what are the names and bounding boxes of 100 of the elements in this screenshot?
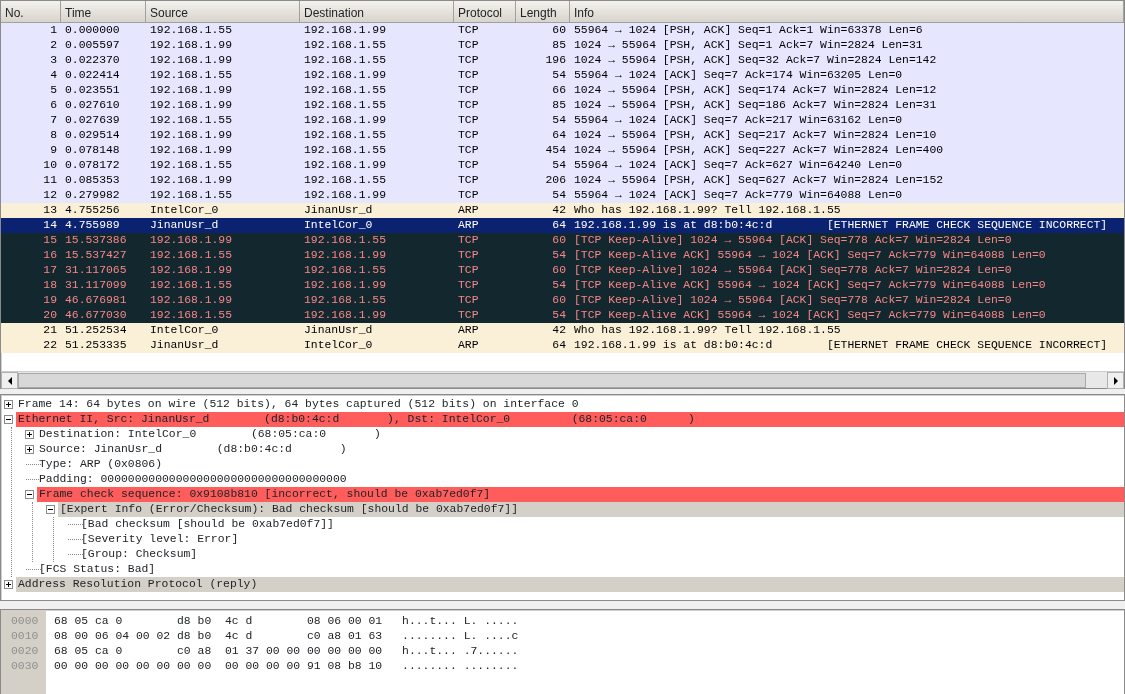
collapse-icon[interactable] xyxy=(25,490,34,499)
packet-row[interactable]: 18 31.117099 192.168.1.55 192.168.1.99 TCP 54 [TCP Keep-Alive ACK] 55964 → 1024 [ACK] Seq=7 Ack=779 Win=64088 Len=0 xyxy=(1,278,1124,293)
table-cell-text: 192.168.1.99 xyxy=(149,263,234,278)
table-cell-text: TCP xyxy=(457,113,480,128)
table-cell-text: 192.168.1.99 xyxy=(149,293,234,308)
table-cell-text: TCP xyxy=(457,98,480,113)
table-cell-text: [TCP Keep-Alive] 1024 → 55964 [ACK] Seq=778 Ack=7 Win=2824 Len=0 xyxy=(573,293,1013,308)
table-cell-text: 64 xyxy=(551,128,567,143)
tree-item[interactable]: Frame 14: 64 bytes on wire (512 bits), 64 bytes captured (512 bits) on interface 0 xyxy=(16,397,1124,412)
table-cell-text: 60 xyxy=(551,233,567,248)
table-cell-text: 54 xyxy=(551,113,567,128)
table-cell-text: 5 xyxy=(49,83,58,98)
table-cell-text: 31.117099 xyxy=(64,278,128,293)
expand-icon[interactable] xyxy=(4,400,13,409)
hex-bytes: 00 00 00 00 00 00 00 00 00 00 00 00 91 08 b8 10 xyxy=(54,659,383,674)
table-cell-text: 192.168.1.99 xyxy=(149,128,234,143)
table-cell-text: 0.078148 xyxy=(64,143,121,158)
table-cell-text: 192.168.1.99 xyxy=(149,53,234,68)
tree-item[interactable]: Padding: 000000000000000000000000000000000000 xyxy=(37,472,1124,487)
packet-row[interactable]: 21 51.252534 IntelCor_0 JinanUsr_d ARP 42 Who has 192.168.1.99? Tell 192.168.1.55 xyxy=(1,323,1124,338)
packet-row[interactable]: 15 15.537386 192.168.1.99 192.168.1.55 TCP 60 [TCP Keep-Alive] 1024 → 55964 [ACK] Seq=778 Ack=7 Win=2824 Len=0 xyxy=(1,233,1124,248)
table-cell-text: 55964 → 1024 [ACK] Seq=7 Ack=779 Win=64088 Len=0 xyxy=(573,188,904,203)
packet-row[interactable]: 11 0.085353 192.168.1.99 192.168.1.55 TCP 206 1024 → 55964 [PSH, ACK] Seq=627 Ack=7 Win=2824 Len=152 xyxy=(1,173,1124,188)
table-cell-text: 54 xyxy=(551,188,567,203)
table-cell-text: 192.168.1.55 xyxy=(303,128,388,143)
scrollbar-thumb[interactable] xyxy=(18,373,1086,388)
table-cell-text: 55964 → 1024 [ACK] Seq=7 Ack=627 Win=64240 Len=0 xyxy=(573,158,904,173)
table-cell-text: 454 xyxy=(544,143,567,158)
table-cell-text: 192.168.1.55 xyxy=(149,188,234,203)
column-header[interactable]: Destination xyxy=(300,1,454,22)
packet-row[interactable]: 2 0.005597 192.168.1.99 192.168.1.55 TCP 85 1024 → 55964 [PSH, ACK] Seq=1 Ack=7 Win=2824 Len=31 xyxy=(1,38,1124,53)
expand-icon[interactable] xyxy=(4,580,13,589)
packet-row[interactable]: 13 4.755256 IntelCor_0 JinanUsr_d ARP 42 Who has 192.168.1.99? Tell 192.168.1.55 xyxy=(1,203,1124,218)
collapse-icon[interactable] xyxy=(46,505,55,514)
packet-row[interactable]: 10 0.078172 192.168.1.55 192.168.1.99 TCP 54 55964 → 1024 [ACK] Seq=7 Ack=627 Win=64240 Len=0 xyxy=(1,158,1124,173)
tree-item[interactable]: [Expert Info (Error/Checksum): Bad checksum [should be 0xab7ed0f7]] xyxy=(58,502,1124,517)
column-header[interactable]: Source xyxy=(146,1,300,22)
tree-item[interactable]: Destination: IntelCor_0 (68:05:ca:0 ) xyxy=(37,427,1124,442)
table-cell-text: 192.168.1.99 xyxy=(149,173,234,188)
tree-item[interactable]: [Severity level: Error] xyxy=(79,532,1124,547)
table-cell-text: TCP xyxy=(457,173,480,188)
packet-row[interactable]: 5 0.023551 192.168.1.99 192.168.1.55 TCP 66 1024 → 55964 [PSH, ACK] Seq=174 Ack=7 Win=2824 Len=12 xyxy=(1,83,1124,98)
tree-item[interactable]: Ethernet II, Src: JinanUsr_d (d8:b0:4c:d ), Dst: IntelCor_0 (68:05:ca:0 ) xyxy=(16,412,1124,427)
table-cell-text: 12 xyxy=(42,188,58,203)
table-cell-text: 15 xyxy=(42,233,58,248)
table-cell-text: 42 xyxy=(551,323,567,338)
ascii-text: ........ L. ....c xyxy=(402,629,519,644)
expand-icon[interactable] xyxy=(25,430,34,439)
packet-row[interactable]: 19 46.676981 192.168.1.99 192.168.1.55 TCP 60 [TCP Keep-Alive] 1024 → 55964 [ACK] Seq=778 Ack=7 Win=2824 Len=0 xyxy=(1,293,1124,308)
packet-row[interactable]: 3 0.022370 192.168.1.99 192.168.1.55 TCP 196 1024 → 55964 [PSH, ACK] Seq=32 Ack=7 Win=2824 Len=142 xyxy=(1,53,1124,68)
packet-row[interactable]: 9 0.078148 192.168.1.99 192.168.1.55 TCP 454 1024 → 55964 [PSH, ACK] Seq=227 Ack=7 Win=2824 Len=400 xyxy=(1,143,1124,158)
table-cell-text: IntelCor_0 xyxy=(149,203,220,218)
packet-row[interactable]: 7 0.027639 192.168.1.55 192.168.1.99 TCP 54 55964 → 1024 [ACK] Seq=7 Ack=217 Win=63162 Len=0 xyxy=(1,113,1124,128)
column-header[interactable]: Protocol xyxy=(454,1,516,22)
hex-bytes: 68 05 ca 0 d8 b0 4c d 08 06 00 01 xyxy=(54,614,383,629)
table-cell-text: TCP xyxy=(457,263,480,278)
packet-row[interactable]: 6 0.027610 192.168.1.99 192.168.1.55 TCP 85 1024 → 55964 [PSH, ACK] Seq=186 Ack=7 Win=2824 Len=31 xyxy=(1,98,1124,113)
tree-item[interactable]: [Group: Checksum] xyxy=(79,547,1124,562)
packet-row[interactable]: 20 46.677030 192.168.1.55 192.168.1.99 TCP 54 [TCP Keep-Alive ACK] 55964 → 1024 [ACK] Seq=7 Ack=779 Win=64088 Len=0 xyxy=(1,308,1124,323)
table-cell-text: 20 xyxy=(42,308,58,323)
table-cell-text: [TCP Keep-Alive] 1024 → 55964 [ACK] Seq=778 Ack=7 Win=2824 Len=0 xyxy=(573,233,1013,248)
table-cell-text: 60 xyxy=(551,263,567,278)
column-header[interactable]: Info xyxy=(570,1,1124,22)
scroll-right-button[interactable] xyxy=(1107,372,1124,389)
tree-item[interactable]: Address Resolution Protocol (reply) xyxy=(16,577,1124,592)
tree-item[interactable]: Frame check sequence: 0x9108b810 [incorrect, should be 0xab7ed0f7] xyxy=(37,487,1124,502)
column-header[interactable]: No. xyxy=(1,1,61,22)
packet-row[interactable]: 17 31.117065 192.168.1.99 192.168.1.55 TCP 60 [TCP Keep-Alive] 1024 → 55964 [ACK] Seq=778 Ack=7 Win=2824 Len=0 xyxy=(1,263,1124,278)
packet-row[interactable]: 4 0.022414 192.168.1.55 192.168.1.99 TCP 54 55964 → 1024 [ACK] Seq=7 Ack=174 Win=63205 Len=0 xyxy=(1,68,1124,83)
table-cell-text: TCP xyxy=(457,308,480,323)
table-cell-text: ARP xyxy=(457,203,480,218)
packet-row[interactable]: 16 15.537427 192.168.1.55 192.168.1.99 TCP 54 [TCP Keep-Alive ACK] 55964 → 1024 [ACK] Seq=7 Ack=779 Win=64088 Len=0 xyxy=(1,248,1124,263)
tree-item[interactable]: [Bad checksum [should be 0xab7ed0f7]] xyxy=(79,517,1124,532)
tree-item[interactable]: Source: JinanUsr_d (d8:b0:4c:d ) xyxy=(37,442,1124,457)
column-header[interactable]: Time xyxy=(61,1,146,22)
table-cell-text: 192.168.1.55 xyxy=(149,23,234,38)
tree-item[interactable]: Type: ARP (0x0806) xyxy=(37,457,1124,472)
table-cell-text: 192.168.1.55 xyxy=(303,38,388,53)
table-cell-text: 192.168.1.99 xyxy=(149,143,234,158)
table-cell-text: 192.168.1.99 xyxy=(303,308,388,323)
table-cell-text: TCP xyxy=(457,158,480,173)
table-cell-text: TCP xyxy=(457,38,480,53)
hex-bytes: 68 05 ca 0 c0 a8 01 37 00 00 00 00 00 00 xyxy=(54,644,383,659)
table-cell-text: [TCP Keep-Alive] 1024 → 55964 [ACK] Seq=778 Ack=7 Win=2824 Len=0 xyxy=(573,263,1013,278)
column-header[interactable]: Length xyxy=(516,1,570,22)
packet-row[interactable]: 8 0.029514 192.168.1.99 192.168.1.55 TCP 64 1024 → 55964 [PSH, ACK] Seq=217 Ack=7 Win=2824 Len=10 xyxy=(1,128,1124,143)
table-cell-text: 206 xyxy=(544,173,567,188)
packet-row[interactable]: 12 0.279982 192.168.1.55 192.168.1.99 TCP 54 55964 → 1024 [ACK] Seq=7 Ack=779 Win=64088 Len=0 xyxy=(1,188,1124,203)
scroll-left-button[interactable] xyxy=(1,372,18,389)
table-cell-text: 54 xyxy=(551,278,567,293)
table-cell-text: 192.168.1.55 xyxy=(303,53,388,68)
table-cell-text: 1 xyxy=(49,23,58,38)
table-cell-text: 55964 → 1024 [PSH, ACK] Seq=1 Ack=1 Win=63378 Len=6 xyxy=(573,23,924,38)
packet-row[interactable]: 22 51.253335 JinanUsr_d IntelCor_0 ARP 64 192.168.1.99 is at d8:b0:4c:d [ETHERNET FRAME CHECK SEQUENCE INCORRECT] xyxy=(1,338,1124,353)
expand-icon[interactable] xyxy=(25,445,34,454)
collapse-icon[interactable] xyxy=(4,415,13,424)
table-cell-text: 0.000000 xyxy=(64,23,121,38)
packet-row[interactable]: 1 0.000000 192.168.1.55 192.168.1.99 TCP 60 55964 → 1024 [PSH, ACK] Seq=1 Ack=1 Win=63378 Len=6 xyxy=(1,23,1124,38)
table-cell-text: 192.168.1.55 xyxy=(303,293,388,308)
tree-item[interactable]: [FCS Status: Bad] xyxy=(37,562,1124,577)
